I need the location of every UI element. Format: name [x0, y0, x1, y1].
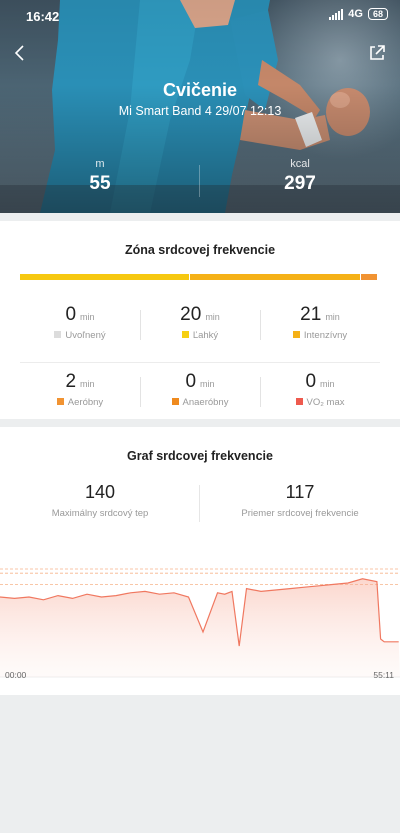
avg-hr-stat: 117 Priemer srdcovej frekvencie	[200, 482, 400, 519]
zone-vo2max: 0 min VO₂ max	[260, 363, 380, 429]
battery-icon: 68	[367, 8, 388, 20]
zone-value: 0	[185, 371, 197, 392]
zone-unit: min	[205, 312, 220, 322]
workout-hero: 16:42 4G 68 Cvičenie Mi Smart Band 4 29/…	[0, 0, 400, 213]
zone-label: Intenzívny	[303, 330, 348, 341]
status-bar: 16:42 4G 68	[0, 0, 400, 30]
avg-hr-label: Priemer srdcovej frekvencie	[241, 508, 359, 519]
hr-zone-card: Zóna srdcovej frekvencie 0 min Uvoľnený 2…	[0, 221, 400, 419]
zone-bar-segment	[360, 274, 377, 280]
zone-swatch	[54, 331, 62, 338]
zone-swatch	[181, 331, 189, 338]
zone-value: 0	[305, 371, 317, 392]
hr-zone-title: Zóna srdcovej frekvencie	[124, 243, 276, 257]
hr-area	[0, 578, 400, 677]
zone-unit: min	[200, 379, 215, 389]
avg-hr-value: 117	[285, 482, 315, 502]
distance-unit: m	[95, 158, 105, 170]
workout-subtitle: Mi Smart Band 4 29/07 12:13	[118, 104, 282, 118]
zone-light: 20 min Ľahký	[140, 296, 260, 362]
zone-swatch	[56, 398, 64, 405]
zone-label: Uvoľnený	[65, 330, 106, 341]
back-arrow-icon[interactable]	[10, 42, 32, 64]
zone-label: Ľahký	[192, 330, 219, 341]
chart-axis-start: 00:00	[5, 670, 27, 680]
zone-label: Aeróbny	[67, 397, 104, 408]
zone-aerobic: 2 min Aeróbny	[20, 363, 140, 429]
zone-bar-segment	[190, 274, 360, 280]
zone-intensive: 21 min Intenzívny	[260, 296, 380, 362]
zone-distribution-bar	[20, 274, 377, 280]
zone-unit: min	[80, 312, 95, 322]
max-hr-label: Maximálny srdcový tep	[51, 508, 149, 519]
zone-row: 0 min Uvoľnený 20 min Ľahký 21 min Intenzív…	[20, 296, 380, 362]
zone-anaerobic: 0 min Anaeróbny	[140, 363, 260, 429]
network-type: 4G	[348, 8, 363, 20]
signal-icon	[329, 8, 344, 20]
calories-stat: kcal 297	[200, 158, 400, 195]
zone-bar-segment	[20, 274, 190, 280]
zone-swatch	[292, 331, 300, 338]
zone-unit: min	[325, 312, 340, 322]
zone-row: 2 min Aeróbny 0 min Anaeróbny 0 min VO₂ max	[20, 362, 380, 428]
zone-relaxed: 0 min Uvoľnený	[20, 296, 140, 362]
hr-stats: 140 Maximálny srdcový tep 117 Priemer sr…	[0, 482, 400, 527]
heart-rate-chart	[0, 568, 400, 678]
zone-value: 2	[65, 371, 77, 392]
zone-value: 20	[180, 304, 202, 325]
max-hr-value: 140	[84, 482, 116, 502]
zone-value: 21	[300, 304, 322, 325]
max-hr-stat: 140 Maximálny srdcový tep	[0, 482, 200, 519]
status-icons: 4G 68	[329, 8, 388, 20]
zone-unit: min	[80, 379, 95, 389]
zone-grid: 0 min Uvoľnený 20 min Ľahký 21 min Intenzív…	[20, 296, 380, 428]
zone-label: VO₂ max	[306, 397, 345, 408]
zone-swatch	[171, 398, 179, 405]
status-time: 16:42	[26, 9, 60, 24]
calories-unit: kcal	[290, 158, 310, 170]
chart-axis-end: 55:11	[373, 670, 394, 680]
calories-value: 297	[284, 173, 316, 194]
hr-chart-title: Graf srdcovej frekvencie	[127, 449, 273, 463]
share-icon[interactable]	[366, 42, 388, 64]
zone-unit: min	[320, 379, 335, 389]
zone-value: 0	[65, 304, 77, 325]
hr-chart-card: Graf srdcovej frekvencie 140 Maximálny s…	[0, 427, 400, 695]
zone-label: Anaeróbny	[182, 397, 229, 408]
distance-value: 55	[89, 173, 111, 194]
zone-swatch	[295, 398, 303, 405]
distance-stat: m 55	[0, 158, 200, 195]
workout-title: Cvičenie	[162, 80, 238, 100]
